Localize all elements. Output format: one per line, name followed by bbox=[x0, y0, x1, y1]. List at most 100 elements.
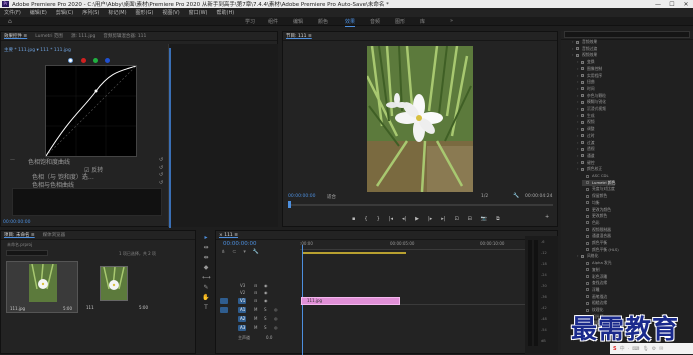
effects-folder[interactable]: › 实用程序 bbox=[577, 73, 602, 79]
track-label-a1[interactable]: A1 bbox=[240, 307, 245, 312]
effects-folder[interactable]: › 通道 bbox=[577, 153, 595, 159]
effect-item[interactable]: 粗糙边缘 bbox=[582, 300, 607, 306]
program-timecode[interactable]: 00:00:00:00 bbox=[288, 194, 315, 199]
effects-folder[interactable]: › 沉浸式视频 bbox=[577, 106, 606, 112]
maximize-button[interactable]: ☐ bbox=[665, 1, 679, 8]
toggle-sync-lock-icon[interactable]: ⊟ bbox=[254, 290, 257, 295]
menu-view[interactable]: 视图(V) bbox=[162, 9, 179, 16]
effect-item[interactable]: 查找边缘 bbox=[582, 280, 607, 286]
workspace-assembly[interactable]: 组件 bbox=[268, 18, 278, 25]
collapse-icon[interactable]: — bbox=[10, 157, 15, 163]
reset-icon-4[interactable]: ↺ bbox=[159, 180, 163, 186]
menu-help[interactable]: 帮助(H) bbox=[217, 9, 235, 16]
mute-icon[interactable]: M bbox=[254, 307, 257, 312]
effect-item[interactable]: 通道混合器 bbox=[582, 233, 611, 239]
record-icon[interactable]: ◎ bbox=[274, 307, 278, 312]
workspace-editing[interactable]: 编辑 bbox=[293, 18, 303, 25]
effects-folder[interactable]: › 音频过渡 bbox=[572, 46, 597, 52]
effect-item[interactable]: Alpha 发光 bbox=[582, 260, 612, 266]
go-to-in-icon[interactable]: |◂ bbox=[389, 216, 393, 222]
effect-item[interactable]: ASC CDL bbox=[582, 173, 609, 178]
razor-tool-icon[interactable]: ◆ bbox=[202, 264, 210, 271]
lift-icon[interactable]: ⊡ bbox=[454, 216, 458, 222]
master-volume-value[interactable]: 0.0 bbox=[266, 335, 272, 340]
effect-item[interactable]: 更改颜色 bbox=[582, 213, 607, 219]
track-label-v1[interactable]: V1 bbox=[240, 298, 245, 303]
channel-red-swatch[interactable] bbox=[81, 58, 86, 63]
effects-folder[interactable]: › 生成 bbox=[577, 113, 595, 119]
track-label-a2[interactable]: A2 bbox=[240, 316, 245, 321]
extract-icon[interactable]: ⊟ bbox=[468, 216, 472, 222]
play-icon[interactable]: ▶ bbox=[415, 216, 419, 222]
settings-icon[interactable]: ⚙ bbox=[652, 346, 656, 352]
menu-window[interactable]: 窗口(W) bbox=[189, 9, 208, 16]
solo-icon[interactable]: S bbox=[264, 307, 267, 312]
toggle-visibility-icon[interactable]: ◉ bbox=[264, 290, 268, 295]
close-button[interactable]: ✕ bbox=[679, 1, 693, 8]
menu-sequence[interactable]: 序列(S) bbox=[82, 9, 99, 16]
hue-vs-hue-curve-area[interactable] bbox=[12, 188, 162, 216]
workspace-learn[interactable]: 学习 bbox=[245, 18, 255, 25]
project-search-input[interactable] bbox=[6, 250, 48, 256]
mail-icon[interactable]: ✉ bbox=[659, 346, 663, 352]
mark-out-icon[interactable]: } bbox=[377, 216, 380, 222]
workspace-color[interactable]: 颜色 bbox=[318, 18, 328, 25]
solo-icon[interactable]: S bbox=[264, 316, 267, 321]
pen-tool-icon[interactable]: ✎ bbox=[202, 284, 210, 291]
effects-folder[interactable]: › 变换 bbox=[577, 59, 595, 65]
effect-controls-timecode[interactable]: 00:00:00:00 bbox=[3, 220, 30, 225]
effects-folder[interactable]: › 模糊与锐化 bbox=[577, 99, 606, 105]
mute-icon[interactable]: M bbox=[254, 325, 257, 330]
menu-edit[interactable]: 编辑(E) bbox=[30, 9, 47, 16]
tab-media-browser[interactable]: 媒体浏览器 bbox=[43, 232, 66, 238]
effect-item[interactable]: 浮雕 bbox=[582, 287, 600, 293]
tab-program[interactable]: 节目: 111 ≡ bbox=[286, 33, 312, 39]
effects-folder[interactable]: › 颜色校正 bbox=[577, 166, 602, 172]
mark-in-icon[interactable]: { bbox=[364, 216, 367, 222]
tab-project[interactable]: 项目: 未命名 ≡ bbox=[4, 232, 35, 238]
effects-folder[interactable]: › 视频效果 bbox=[572, 52, 597, 58]
toggle-sync-lock-icon[interactable]: ⊟ bbox=[254, 298, 257, 303]
track-label-v3[interactable]: V3 bbox=[240, 283, 245, 288]
home-icon[interactable]: ⌂ bbox=[8, 18, 16, 25]
toggle-visibility-icon[interactable]: ◉ bbox=[264, 298, 268, 303]
workspace-graphics[interactable]: 图形 bbox=[395, 18, 405, 25]
minimize-button[interactable]: — bbox=[651, 1, 665, 8]
linked-selection-icon[interactable]: ⊂ bbox=[232, 249, 236, 257]
workspace-overflow[interactable]: » bbox=[450, 18, 453, 24]
source-clip-selector[interactable]: 主要 * 111.jpg ▾ 111 * 111.jpg bbox=[4, 47, 71, 53]
channel-green-swatch[interactable] bbox=[93, 58, 98, 63]
channel-white-swatch[interactable] bbox=[68, 58, 73, 63]
effects-folder[interactable]: › 杂色与颗粒 bbox=[577, 93, 606, 99]
effect-item[interactable]: 更改为颜色 bbox=[582, 207, 611, 213]
menu-graphics[interactable]: 图形(G) bbox=[136, 9, 154, 16]
effect-item[interactable]: 彩色浮雕 bbox=[582, 274, 607, 280]
add-button[interactable]: + bbox=[545, 214, 549, 220]
ime-mode-icon[interactable]: 中 bbox=[620, 345, 625, 352]
mute-icon[interactable]: M bbox=[254, 316, 257, 321]
reset-icon-2[interactable]: ↺ bbox=[159, 165, 163, 171]
punctuation-icon[interactable]: · bbox=[628, 346, 630, 352]
menu-marker[interactable]: 标记(M) bbox=[108, 9, 126, 16]
export-frame-icon[interactable]: 📷 bbox=[481, 216, 487, 222]
rgb-curve-editor[interactable] bbox=[45, 65, 137, 157]
tab-audio-clip-mixer[interactable]: 音频剪辑混合器: 111 bbox=[103, 33, 146, 39]
effect-item[interactable]: 色彩 bbox=[582, 220, 600, 226]
toggle-visibility-icon[interactable]: ◉ bbox=[264, 283, 268, 288]
tab-source[interactable]: 源: 111.jpg bbox=[71, 33, 95, 39]
tab-sequence-111[interactable]: × 111 ≡ bbox=[219, 233, 238, 238]
effect-item[interactable]: 颜色平衡 bbox=[582, 240, 607, 246]
keyboard-icon[interactable]: ⌨ bbox=[632, 346, 639, 352]
track-select-tool-icon[interactable]: ⇹ bbox=[202, 244, 210, 251]
snap-icon[interactable]: ⋔ bbox=[221, 249, 225, 257]
effect-item[interactable]: 保留颜色 bbox=[582, 193, 607, 199]
program-scrubber[interactable] bbox=[288, 204, 553, 206]
effects-folder[interactable]: › 时间 bbox=[577, 86, 595, 92]
ripple-edit-tool-icon[interactable]: ⇼ bbox=[202, 254, 210, 261]
reset-icon[interactable]: ↺ bbox=[159, 157, 163, 163]
reset-icon-3[interactable]: ↺ bbox=[159, 172, 163, 178]
sogou-icon[interactable]: S bbox=[613, 346, 617, 352]
channel-blue-swatch[interactable] bbox=[105, 58, 110, 63]
tab-effect-controls[interactable]: 效果控件 ≡ bbox=[4, 33, 27, 39]
effects-folder[interactable]: › 风格化 bbox=[577, 253, 598, 259]
